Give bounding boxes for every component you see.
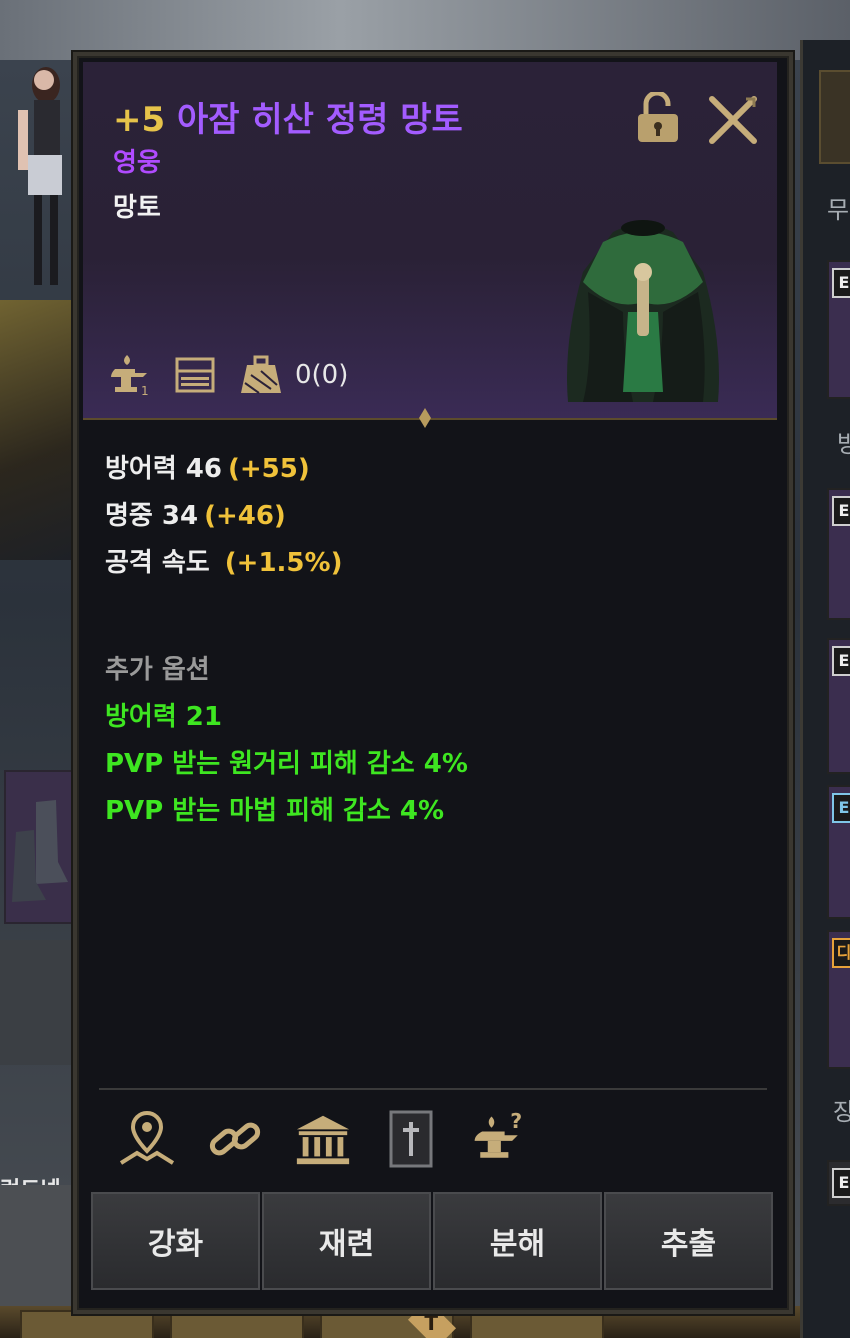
inventory-card[interactable]: E: [827, 638, 850, 774]
extra-options-title: 추가 옵션: [105, 655, 210, 685]
unlock-icon: [638, 92, 678, 142]
hotbar-slot[interactable]: [170, 1310, 304, 1338]
action-icon-row: ?: [117, 1104, 529, 1174]
right-inventory-panel: 무 E 방 E E E 디 장 E: [800, 40, 850, 1338]
inventory-card[interactable]: E: [827, 488, 850, 620]
disassemble-button[interactable]: 분해: [433, 1192, 602, 1290]
item-title: +5 아잠 히산 정령 망토: [113, 92, 463, 141]
enhance-level: +5: [113, 100, 166, 140]
item-meta-row: 1 0(0): [105, 350, 348, 400]
item-grade: 영웅: [113, 148, 161, 178]
close-button[interactable]: [705, 92, 761, 148]
item-stats: 방어력 46 (+55) 명중 34 (+46) 공격 속도 (+1.5%) 추가 …: [105, 446, 765, 835]
chain-link-icon[interactable]: [205, 1106, 265, 1172]
stat-accuracy: 명중 34 (+46): [105, 501, 286, 531]
stat-attack-speed: 공격 속도 (+1.5%): [105, 548, 343, 578]
inventory-card[interactable]: E: [827, 785, 850, 919]
storage-chest-icon: [171, 351, 219, 399]
stat-defense: 방어력 46 (+55): [105, 454, 310, 484]
anvil-question-icon[interactable]: ?: [469, 1106, 529, 1172]
location-pin-icon[interactable]: [117, 1106, 177, 1172]
action-buttons: 강화 재련 분해 추출: [91, 1192, 773, 1290]
background-character: [18, 67, 62, 285]
background-panel: [0, 940, 72, 1065]
svg-text:?: ?: [510, 1109, 522, 1133]
item-type: 망토: [113, 193, 161, 223]
background-boots-slot: [4, 770, 74, 924]
enhance-button[interactable]: 강화: [91, 1192, 260, 1290]
background-top-building: [0, 0, 850, 60]
hotbar-slot[interactable]: [20, 1310, 154, 1338]
panel-label: 방: [837, 430, 850, 458]
item-header: +5 아잠 히산 정령 망토 영웅 망토 1 0(0): [83, 62, 777, 420]
hotbar-slot[interactable]: [470, 1310, 604, 1338]
anvil-level-icon: 1: [105, 351, 153, 399]
bank-building-icon[interactable]: [293, 1106, 353, 1172]
background-ornament: [0, 300, 72, 560]
unlock-button[interactable]: [635, 92, 681, 144]
weight-icon: [237, 351, 285, 399]
extract-button[interactable]: 추출: [604, 1192, 773, 1290]
svg-text:1: 1: [141, 384, 149, 398]
item-tooltip-window: +5 아잠 히산 정령 망토 영웅 망토 1 0(0) 방어력 46 (+55)…: [73, 52, 793, 1314]
divider: [99, 1088, 767, 1090]
refine-button[interactable]: 재련: [262, 1192, 431, 1290]
inventory-card[interactable]: E: [827, 1160, 850, 1206]
inventory-scroll-icon[interactable]: [819, 70, 850, 164]
close-icon: [709, 96, 757, 144]
weight-value: 0(0): [295, 360, 349, 390]
cloak-item-image: [567, 220, 719, 402]
extra-option: PVP 받는 마법 피해 감소 4%: [105, 796, 444, 826]
inventory-card[interactable]: E: [827, 260, 850, 399]
extra-option: PVP 받는 원거리 피해 감소 4%: [105, 749, 468, 779]
panel-label: 장: [833, 1098, 850, 1126]
codex-book-icon[interactable]: [381, 1106, 441, 1172]
panel-label: 무: [827, 196, 850, 224]
extra-option: 방어력 21: [105, 702, 222, 732]
inventory-card[interactable]: 디: [827, 930, 850, 1069]
item-name: 아잠 히산 정령 망토: [177, 100, 463, 140]
divider-ornament: [419, 408, 431, 428]
